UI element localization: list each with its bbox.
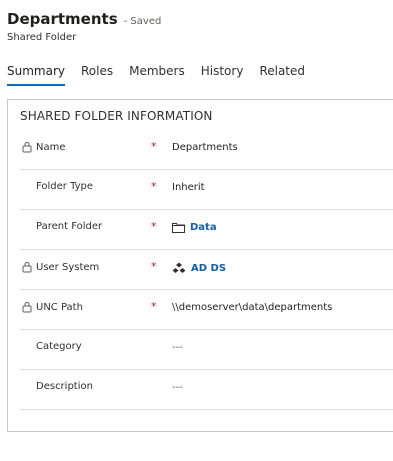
field-row-user-system: User System * AD DS	[20, 250, 393, 290]
field-label-description: Description	[36, 381, 93, 392]
field-label-name: Name	[36, 141, 66, 153]
unc-path-value[interactable]: \\demoserver\data\departments	[172, 302, 332, 313]
field-label-folder-type: Folder Type	[36, 181, 94, 192]
name-value[interactable]: Departments	[172, 142, 238, 153]
lock-icon	[22, 142, 32, 153]
user-system-value: AD DS	[172, 262, 226, 274]
section-title: SHARED FOLDER INFORMATION	[20, 109, 213, 123]
parent-folder-link[interactable]: Data	[190, 222, 217, 233]
network-icon	[172, 262, 186, 273]
field-row-parent-folder: Parent Folder * Data	[20, 210, 393, 250]
page-title: Departments	[7, 10, 118, 28]
record-header: Departments - Saved Shared Folder	[7, 10, 161, 43]
tab-members[interactable]: Members	[129, 64, 185, 86]
field-label-user-system: User System	[36, 261, 100, 273]
entity-type: Shared Folder	[7, 32, 77, 43]
tab-summary[interactable]: Summary	[7, 64, 65, 86]
tab-list: Summary Roles Members History Related	[7, 64, 321, 86]
save-status: - Saved	[123, 16, 162, 27]
tab-history[interactable]: History	[201, 64, 244, 86]
field-label-category: Category	[36, 341, 82, 352]
required-marker: *	[151, 220, 157, 233]
category-value[interactable]: ---	[172, 342, 183, 353]
field-label-unc-path: UNC Path	[36, 301, 83, 313]
tab-roles[interactable]: Roles	[81, 64, 113, 86]
folder-icon	[172, 223, 185, 233]
required-marker: *	[151, 300, 157, 313]
required-marker: *	[151, 140, 157, 153]
required-marker: *	[151, 180, 157, 193]
field-row-name: Name * Departments	[20, 130, 393, 170]
field-row-folder-type: Folder Type * Inherit	[20, 170, 393, 210]
field-row-unc-path: UNC Path * \\demoserver\data\departments	[20, 290, 393, 330]
shared-folder-info-section: SHARED FOLDER INFORMATION Name * Departm…	[7, 99, 393, 432]
description-value[interactable]: ---	[172, 382, 183, 393]
lock-icon	[22, 302, 32, 313]
user-system-link[interactable]: AD DS	[191, 263, 226, 274]
tab-related[interactable]: Related	[259, 64, 305, 86]
required-marker: *	[151, 260, 157, 273]
lock-icon	[22, 262, 32, 273]
field-label-parent-folder: Parent Folder	[36, 221, 103, 232]
field-row-description: Description ---	[20, 370, 393, 410]
folder-type-value[interactable]: Inherit	[172, 182, 205, 193]
field-row-category: Category ---	[20, 330, 393, 370]
parent-folder-value: Data	[172, 222, 217, 233]
